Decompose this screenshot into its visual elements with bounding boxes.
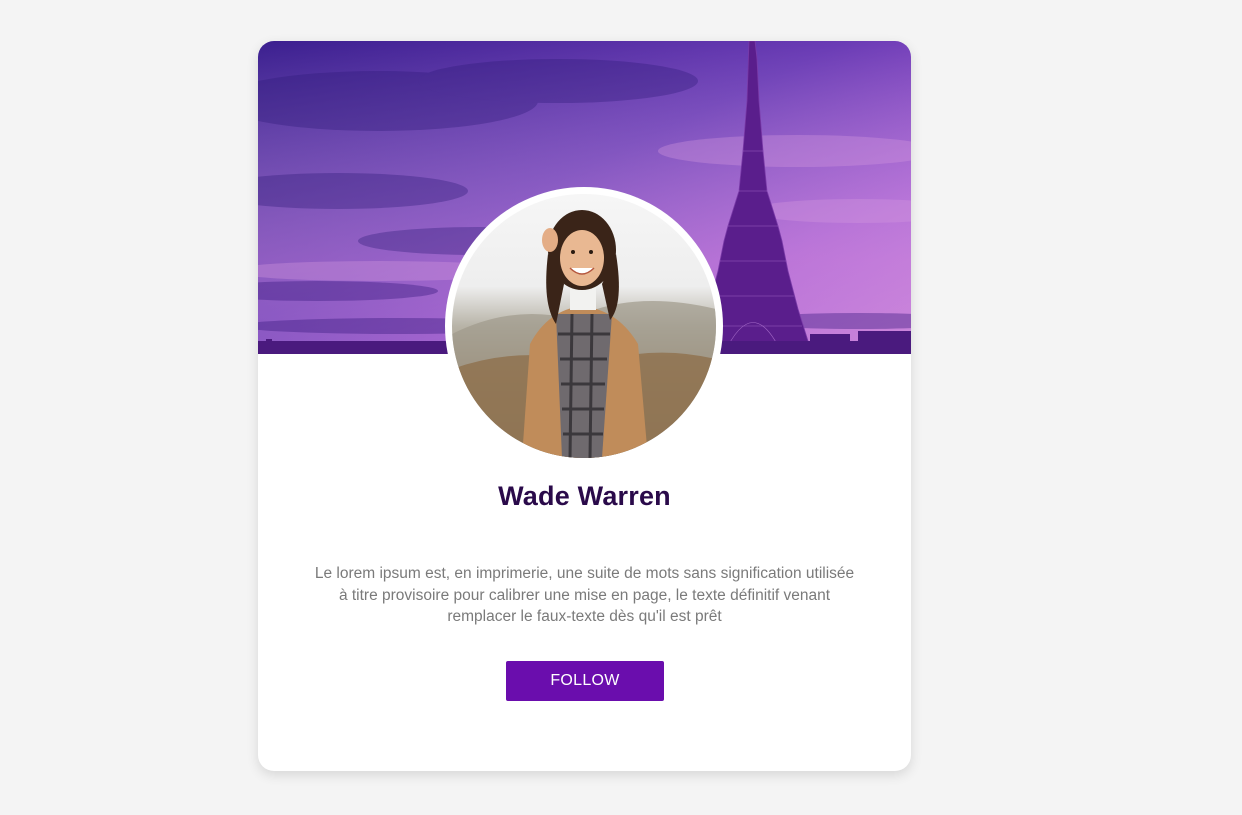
profile-card: Wade Warren Le lorem ipsum est, en impri… xyxy=(258,41,911,771)
follow-button[interactable]: FOLLOW xyxy=(506,661,664,701)
avatar xyxy=(452,194,716,458)
profile-bio: Le lorem ipsum est, en imprimerie, une s… xyxy=(314,565,855,625)
profile-name: Wade Warren xyxy=(498,481,671,511)
avatar-frame xyxy=(445,187,723,465)
